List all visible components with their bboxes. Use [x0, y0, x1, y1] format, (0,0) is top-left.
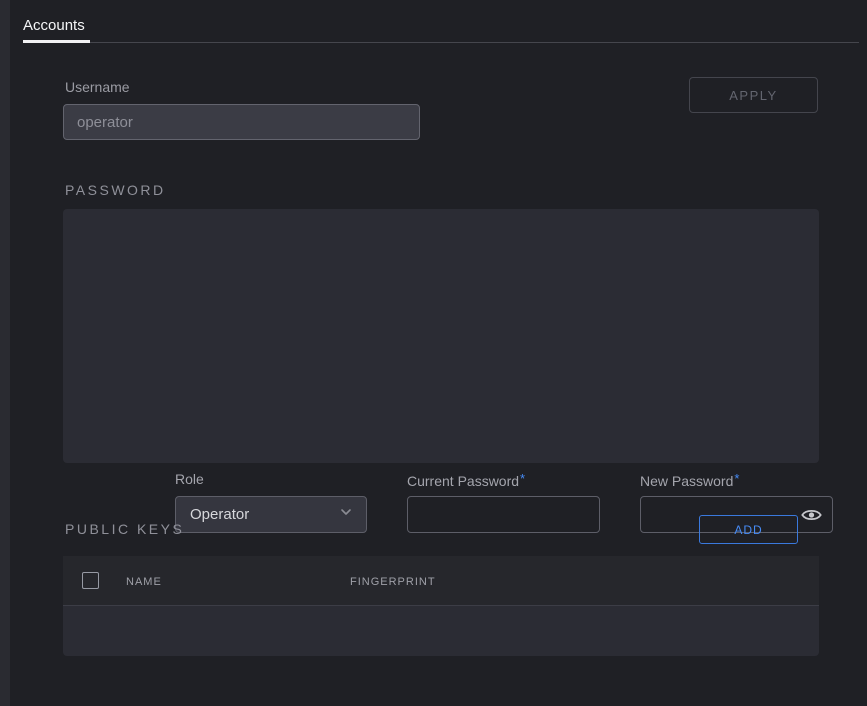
role-select-value: Operator [190, 506, 249, 523]
select-all-checkbox[interactable] [82, 572, 99, 589]
role-label-text: Role [175, 471, 204, 487]
password-panel: Role Operator Current Password* New Pass… [63, 209, 819, 463]
required-marker: * [520, 471, 525, 486]
current-password-field [407, 496, 600, 533]
background-edge-strip [0, 0, 10, 706]
tab-bar-divider [23, 42, 859, 43]
chevron-down-icon [338, 504, 354, 525]
current-password-label-text: Current Password [407, 473, 519, 489]
tab-accounts[interactable]: Accounts [23, 17, 85, 34]
role-select[interactable]: Operator [175, 496, 367, 533]
public-keys-section-title: PUBLIC KEYS [65, 521, 184, 537]
column-header-fingerprint: FINGERPRINT [350, 576, 436, 588]
table-empty-row [63, 606, 819, 656]
tab-active-underline [23, 40, 90, 43]
username-input[interactable] [63, 104, 420, 140]
username-label: Username [65, 79, 130, 95]
table-header-row: NAME FINGERPRINT [63, 556, 819, 606]
public-keys-table: NAME FINGERPRINT [63, 556, 819, 656]
accounts-settings-page: Accounts Username APPLY PASSWORD Role Op… [0, 0, 867, 706]
apply-button[interactable]: APPLY [689, 77, 818, 113]
password-section-title: PASSWORD [65, 182, 166, 198]
role-label: Role [175, 471, 204, 487]
current-password-input[interactable] [407, 496, 600, 533]
column-header-name: NAME [126, 576, 162, 588]
new-password-label-text: New Password [640, 473, 733, 489]
new-password-label: New Password* [640, 471, 739, 489]
current-password-label: Current Password* [407, 471, 525, 489]
eye-icon[interactable] [801, 507, 822, 522]
required-marker: * [734, 471, 739, 486]
add-public-key-button[interactable]: ADD [699, 515, 798, 544]
